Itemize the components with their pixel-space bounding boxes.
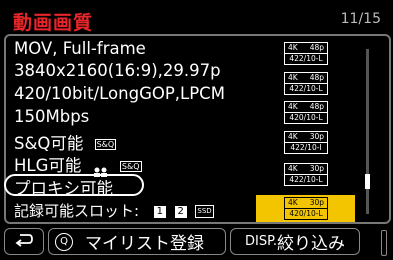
- codec-label: 420/10-L: [289, 113, 323, 122]
- res-label: 4K: [288, 198, 298, 207]
- hlg-label: HLG可能: [14, 156, 82, 175]
- codec-label: 422/10-L: [289, 175, 323, 184]
- fps-label: 48p: [309, 43, 324, 52]
- scrollbar[interactable]: [365, 49, 370, 214]
- quality-option-selected[interactable]: 4K 30p 420/10-L: [284, 197, 328, 220]
- info-line-hlg: HLG可能 S&Q: [14, 152, 142, 177]
- my-list-button[interactable]: Q マイリスト登録: [48, 228, 226, 255]
- quality-option[interactable]: 4K 48p 422/10-L: [284, 42, 328, 65]
- slot-1-icon: 1: [153, 205, 166, 218]
- fps-label: 30p: [309, 164, 324, 173]
- hlg-sq-icon: S&Q: [119, 161, 142, 172]
- info-line-proxy: プロキシ可能: [14, 179, 113, 198]
- fps-label: 30p: [309, 132, 324, 141]
- my-list-label: マイリスト登録: [85, 234, 204, 254]
- q-icon: Q: [55, 232, 73, 251]
- sq-icon: S&Q: [94, 139, 117, 150]
- filter-button[interactable]: DISP. 絞り込み: [230, 228, 360, 255]
- quality-option[interactable]: 4K 48p 420/10-L: [284, 101, 328, 124]
- page-title: 動画画質: [13, 12, 94, 34]
- info-line-slots: 記録可能スロット: 1 2 SSD: [14, 200, 214, 221]
- quality-option[interactable]: 4K 30p 422/10-I: [284, 131, 328, 154]
- filter-label: 絞り込み: [277, 234, 346, 254]
- right-edge-indicator: [381, 230, 387, 256]
- person-icon: [93, 162, 109, 177]
- res-label: 4K: [288, 43, 298, 52]
- codec-label: 422/10-L: [289, 54, 323, 63]
- info-line-resolution: 3840x2160(16:9),29.97p: [14, 61, 221, 80]
- sq-label: S&Q可能: [14, 134, 84, 153]
- info-line-codec: 420/10bit/LongGOP,LPCM: [14, 84, 225, 103]
- res-label: 4K: [288, 132, 298, 141]
- info-line-format: MOV, Full-frame: [14, 39, 146, 58]
- res-label: 4K: [288, 73, 298, 82]
- slot-2-icon: 2: [174, 205, 187, 218]
- fps-label: 30p: [309, 198, 324, 207]
- info-line-bitrate: 150Mbps: [14, 107, 90, 126]
- fps-label: 48p: [309, 102, 324, 111]
- page-indicator: 11/15: [340, 11, 381, 27]
- scrollbar-thumb[interactable]: [365, 174, 370, 189]
- codec-label: 420/10-L: [289, 209, 323, 218]
- fps-label: 48p: [309, 73, 324, 82]
- quality-option[interactable]: 4K 30p 422/10-L: [284, 163, 328, 186]
- back-arrow-icon: [14, 232, 34, 251]
- res-label: 4K: [288, 102, 298, 111]
- quality-option[interactable]: 4K 48p 422/10-L: [284, 72, 328, 95]
- info-line-sq: S&Q可能 S&Q: [14, 130, 117, 154]
- slot-ssd-icon: SSD: [195, 205, 214, 218]
- codec-label: 422/10-I: [290, 143, 322, 152]
- back-button[interactable]: [4, 228, 44, 255]
- slots-label: 記録可能スロット:: [14, 202, 140, 220]
- res-label: 4K: [288, 164, 298, 173]
- codec-label: 422/10-L: [289, 84, 323, 93]
- disp-prefix: DISP.: [244, 234, 278, 249]
